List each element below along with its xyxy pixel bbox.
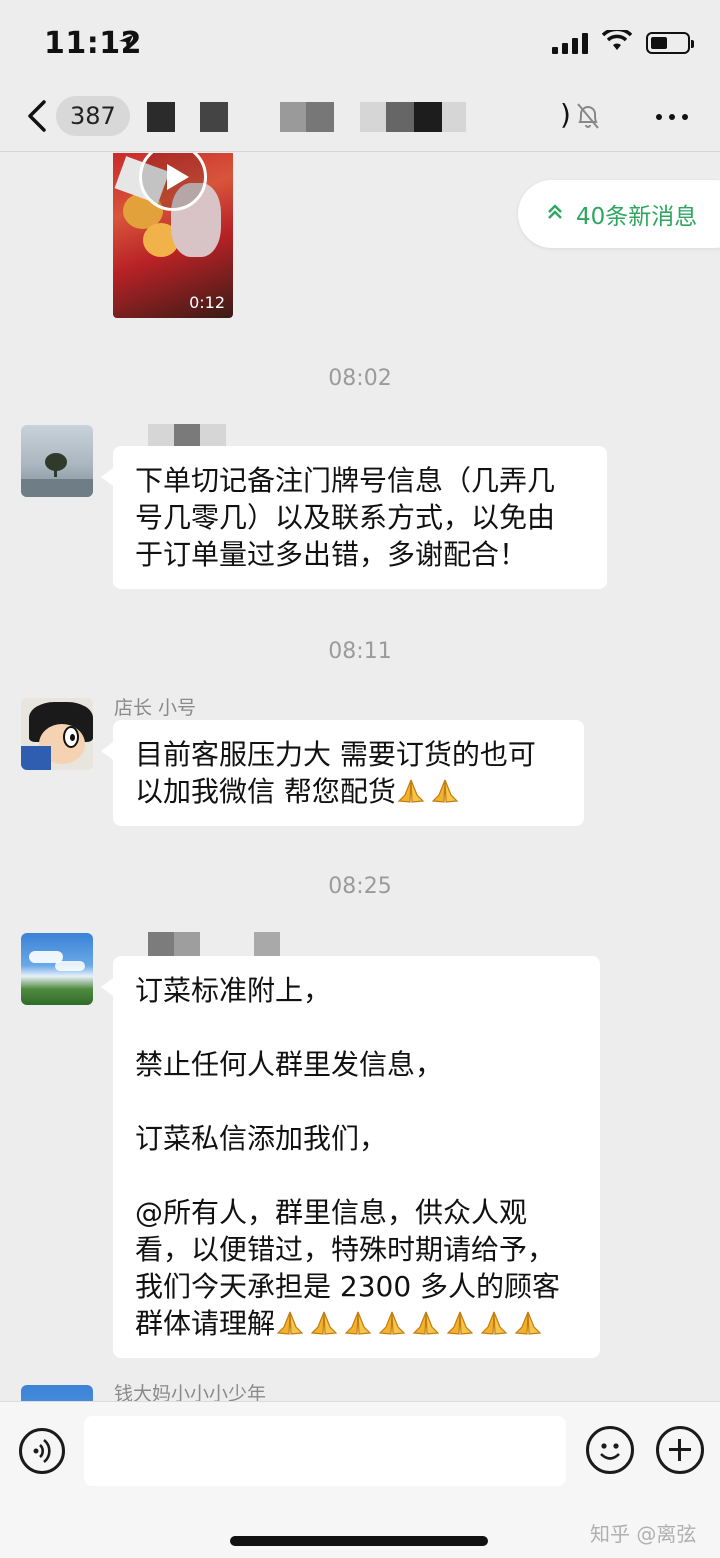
message-line: 禁止任何人群里发信息， <box>135 1048 444 1081</box>
pray-emoji-group <box>396 775 464 808</box>
pray-emoji-icon <box>514 1311 542 1335</box>
message-line: 以加我微信 帮您配货 <box>135 775 396 808</box>
avatar[interactable] <box>21 933 93 1005</box>
message-line: 看，以便错过，特殊时期请给予， <box>135 1233 556 1266</box>
voice-input-icon[interactable] <box>19 1428 65 1474</box>
watermark: 知乎 @离弦 <box>590 1522 697 1546</box>
pray-emoji-icon <box>412 1311 440 1335</box>
battery-icon <box>646 32 694 54</box>
cellular-signal-icon <box>552 32 588 54</box>
chat-header: 387 ) <box>0 84 720 152</box>
back-icon[interactable] <box>24 98 54 134</box>
pray-emoji-icon <box>378 1311 406 1335</box>
new-messages-button[interactable]: 40条新消息 <box>518 180 720 248</box>
pray-emoji-icon <box>480 1311 508 1335</box>
message-input[interactable] <box>84 1416 566 1486</box>
pray-emoji-icon <box>446 1311 474 1335</box>
time-divider: 08:11 <box>328 639 392 664</box>
emoji-icon[interactable] <box>586 1426 634 1474</box>
time-divider: 08:02 <box>328 366 392 391</box>
avatar[interactable] <box>21 1385 93 1401</box>
pray-emoji-icon <box>310 1311 338 1335</box>
message-list[interactable]: 0:12 40条新消息 08:02 下单切记备注门牌号信息（几弄几 号几零几）以… <box>0 153 720 1401</box>
mute-bell-icon <box>576 102 600 134</box>
pray-emoji-icon <box>276 1311 304 1335</box>
sender-name: 店长 小号 <box>114 697 197 719</box>
avatar[interactable] <box>21 698 93 770</box>
message-bubble[interactable]: 下单切记备注门牌号信息（几弄几 号几零几）以及联系方式，以免由 于订单量过多出错… <box>101 446 607 589</box>
time-divider: 08:25 <box>328 874 392 899</box>
message-line: 下单切记备注门牌号信息（几弄几 <box>135 464 556 497</box>
video-duration: 0:12 <box>189 293 225 312</box>
wifi-icon <box>601 27 633 56</box>
location-arrow-icon <box>118 34 134 54</box>
input-bar: 知乎 @离弦 <box>0 1401 720 1558</box>
pray-emoji-icon <box>344 1311 372 1335</box>
message-line: 目前客服压力大 需要订货的也可 <box>135 738 536 771</box>
more-options-icon[interactable] <box>656 114 688 120</box>
add-attachment-icon[interactable] <box>656 1426 704 1474</box>
pray-emoji-icon <box>431 779 459 803</box>
video-message-thumbnail[interactable]: 0:12 <box>113 153 233 318</box>
unread-count-badge[interactable]: 387 <box>56 96 130 136</box>
avatar[interactable] <box>21 425 93 497</box>
group-name-suffix: ) <box>560 98 571 131</box>
message-line: 我们今天承担是 2300 多人的顾客 <box>135 1270 561 1303</box>
new-messages-label: 40条新消息 <box>576 204 698 230</box>
home-indicator <box>230 1536 488 1546</box>
message-line: 于订单量过多出错，多谢配合！ <box>135 538 528 571</box>
message-line: @所有人，群里信息，供众人观 <box>135 1196 528 1229</box>
status-bar: 11:12 <box>0 0 720 84</box>
message-line: 群体请理解 <box>135 1307 276 1340</box>
message-line: 订菜私信添加我们， <box>135 1122 388 1155</box>
message-line: 订菜标准附上， <box>135 974 332 1007</box>
message-line: 号几零几）以及联系方式，以免由 <box>135 501 556 534</box>
message-line-with-emoji: 以加我微信 帮您配货 <box>135 773 562 810</box>
double-chevron-up-icon <box>546 203 564 225</box>
message-line-with-emoji: 群体请理解 <box>135 1305 578 1342</box>
pray-emoji-group <box>275 1307 547 1340</box>
message-bubble[interactable]: 目前客服压力大 需要订货的也可 以加我微信 帮您配货 <box>101 720 584 826</box>
message-bubble[interactable]: 订菜标准附上， 禁止任何人群里发信息， 订菜私信添加我们， @所有人，群里信息，… <box>101 956 600 1358</box>
pray-emoji-icon <box>397 779 425 803</box>
sender-name: 钱大妈小小小少年 <box>114 1383 267 1401</box>
